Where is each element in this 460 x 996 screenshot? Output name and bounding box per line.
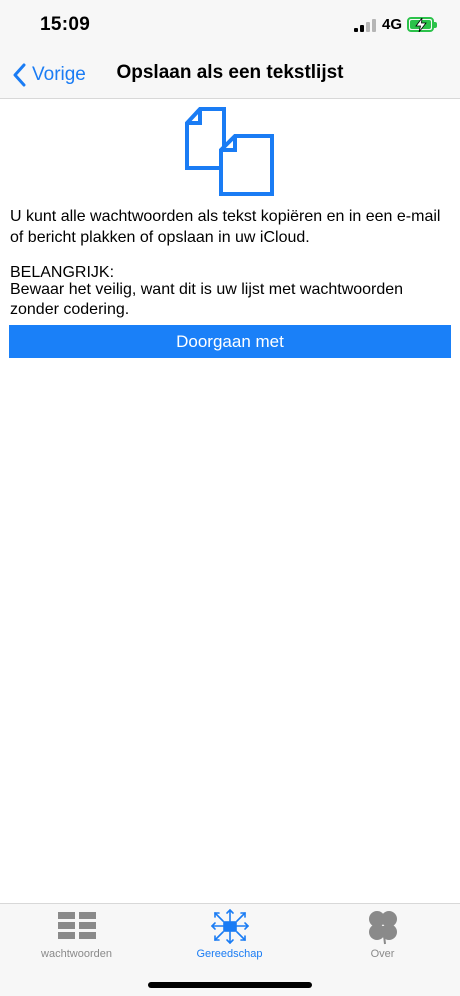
status-bar: 15:09 4G <box>0 0 460 50</box>
home-indicator <box>148 982 312 988</box>
continue-button[interactable]: Doorgaan met <box>9 325 451 358</box>
tab-about-label: Over <box>370 948 395 960</box>
tab-tools-label: Gereedschap <box>196 948 263 960</box>
chevron-left-icon <box>13 63 26 87</box>
tools-network-icon <box>210 908 249 945</box>
navigation-bar: Vorige Opslaan als een tekstlijst <box>0 50 460 99</box>
description-text: U kunt alle wachtwoorden als tekst kopië… <box>10 208 441 246</box>
back-button[interactable]: Vorige <box>12 60 86 90</box>
status-time: 15:09 <box>40 14 91 35</box>
list-grid-icon <box>57 912 96 939</box>
charging-bolt-icon <box>415 18 427 32</box>
signal-strength-icon <box>354 19 376 32</box>
tab-tools[interactable]: Gereedschap <box>153 908 306 960</box>
network-type: 4G <box>382 16 403 33</box>
battery-icon <box>407 17 437 32</box>
tab-about[interactable]: Over <box>306 908 459 960</box>
tab-passwords-label: wachtwoorden <box>41 948 112 960</box>
page-title: Opslaan als een tekstlijst <box>116 62 344 83</box>
important-text: Bewaar het veilig, want dit is uw lijst … <box>10 281 404 318</box>
back-button-label: Vorige <box>32 64 86 85</box>
copy-documents-icon <box>185 107 274 196</box>
tab-passwords[interactable]: wachtwoorden <box>0 908 153 960</box>
clover-icon <box>368 911 397 945</box>
